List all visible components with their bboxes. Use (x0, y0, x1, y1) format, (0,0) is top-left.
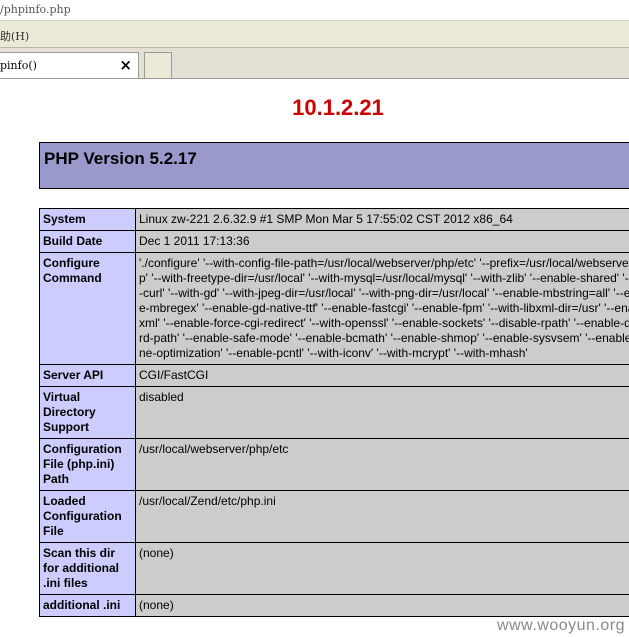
row-value: './configure' '--with-config-file-path=/… (135, 252, 629, 365)
new-tab-button[interactable] (144, 52, 172, 78)
menu-bar: 助(H) (0, 21, 629, 48)
row-value: /usr/local/Zend/etc/php.ini (135, 490, 629, 543)
table-row: Server API CGI/FastCGI (39, 364, 629, 387)
address-bar[interactable]: /phpinfo.php (0, 0, 629, 21)
row-value: /usr/local/webserver/php/etc (135, 438, 629, 491)
ip-title: 10.1.2.21 (292, 95, 384, 120)
phpinfo-table: System Linux zw-221 2.6.32.9 #1 SMP Mon … (39, 208, 629, 617)
row-key: Server API (39, 364, 136, 387)
table-row: Configuration File (php.ini) Path /usr/l… (39, 438, 629, 491)
row-key: Loaded Configuration File (39, 490, 136, 543)
row-key: Configuration File (php.ini) Path (39, 438, 136, 491)
table-row: Scan this dir for additional .ini files … (39, 542, 629, 595)
row-value: CGI/FastCGI (135, 364, 629, 387)
row-value: disabled (135, 386, 629, 439)
row-key: Configure Command (39, 252, 136, 365)
row-key: Build Date (39, 230, 136, 253)
tab-label: pinfo() (0, 59, 37, 72)
table-row: System Linux zw-221 2.6.32.9 #1 SMP Mon … (39, 208, 629, 231)
tab-bar: pinfo() × (0, 48, 629, 79)
watermark: www.wooyun.org (497, 617, 625, 634)
close-icon[interactable]: × (119, 56, 132, 74)
row-key: System (39, 208, 136, 231)
row-key: Scan this dir for additional .ini files (39, 542, 136, 595)
row-value: Linux zw-221 2.6.32.9 #1 SMP Mon Mar 5 1… (135, 208, 629, 231)
table-row: Virtual Directory Support disabled (39, 386, 629, 439)
tab-phpinfo[interactable]: pinfo() × (0, 52, 139, 78)
php-version-title: PHP Version 5.2.17 (44, 149, 197, 168)
page-content: 10.1.2.21 PHP Version 5.2.17 System Linu… (0, 79, 629, 637)
table-row: Configure Command './configure' '--with-… (39, 252, 629, 365)
php-version-header: PHP Version 5.2.17 (39, 142, 629, 189)
table-row: Loaded Configuration File /usr/local/Zen… (39, 490, 629, 543)
row-key: additional .ini (39, 594, 136, 617)
menu-item-help[interactable]: 助(H) (0, 28, 29, 44)
row-value: (none) (135, 594, 629, 617)
address-bar-url[interactable]: /phpinfo.php (0, 3, 71, 16)
row-key: Virtual Directory Support (39, 386, 136, 439)
row-value: Dec 1 2011 17:13:36 (135, 230, 629, 253)
table-row: additional .ini (none) (39, 594, 629, 617)
table-row: Build Date Dec 1 2011 17:13:36 (39, 230, 629, 253)
row-value: (none) (135, 542, 629, 595)
